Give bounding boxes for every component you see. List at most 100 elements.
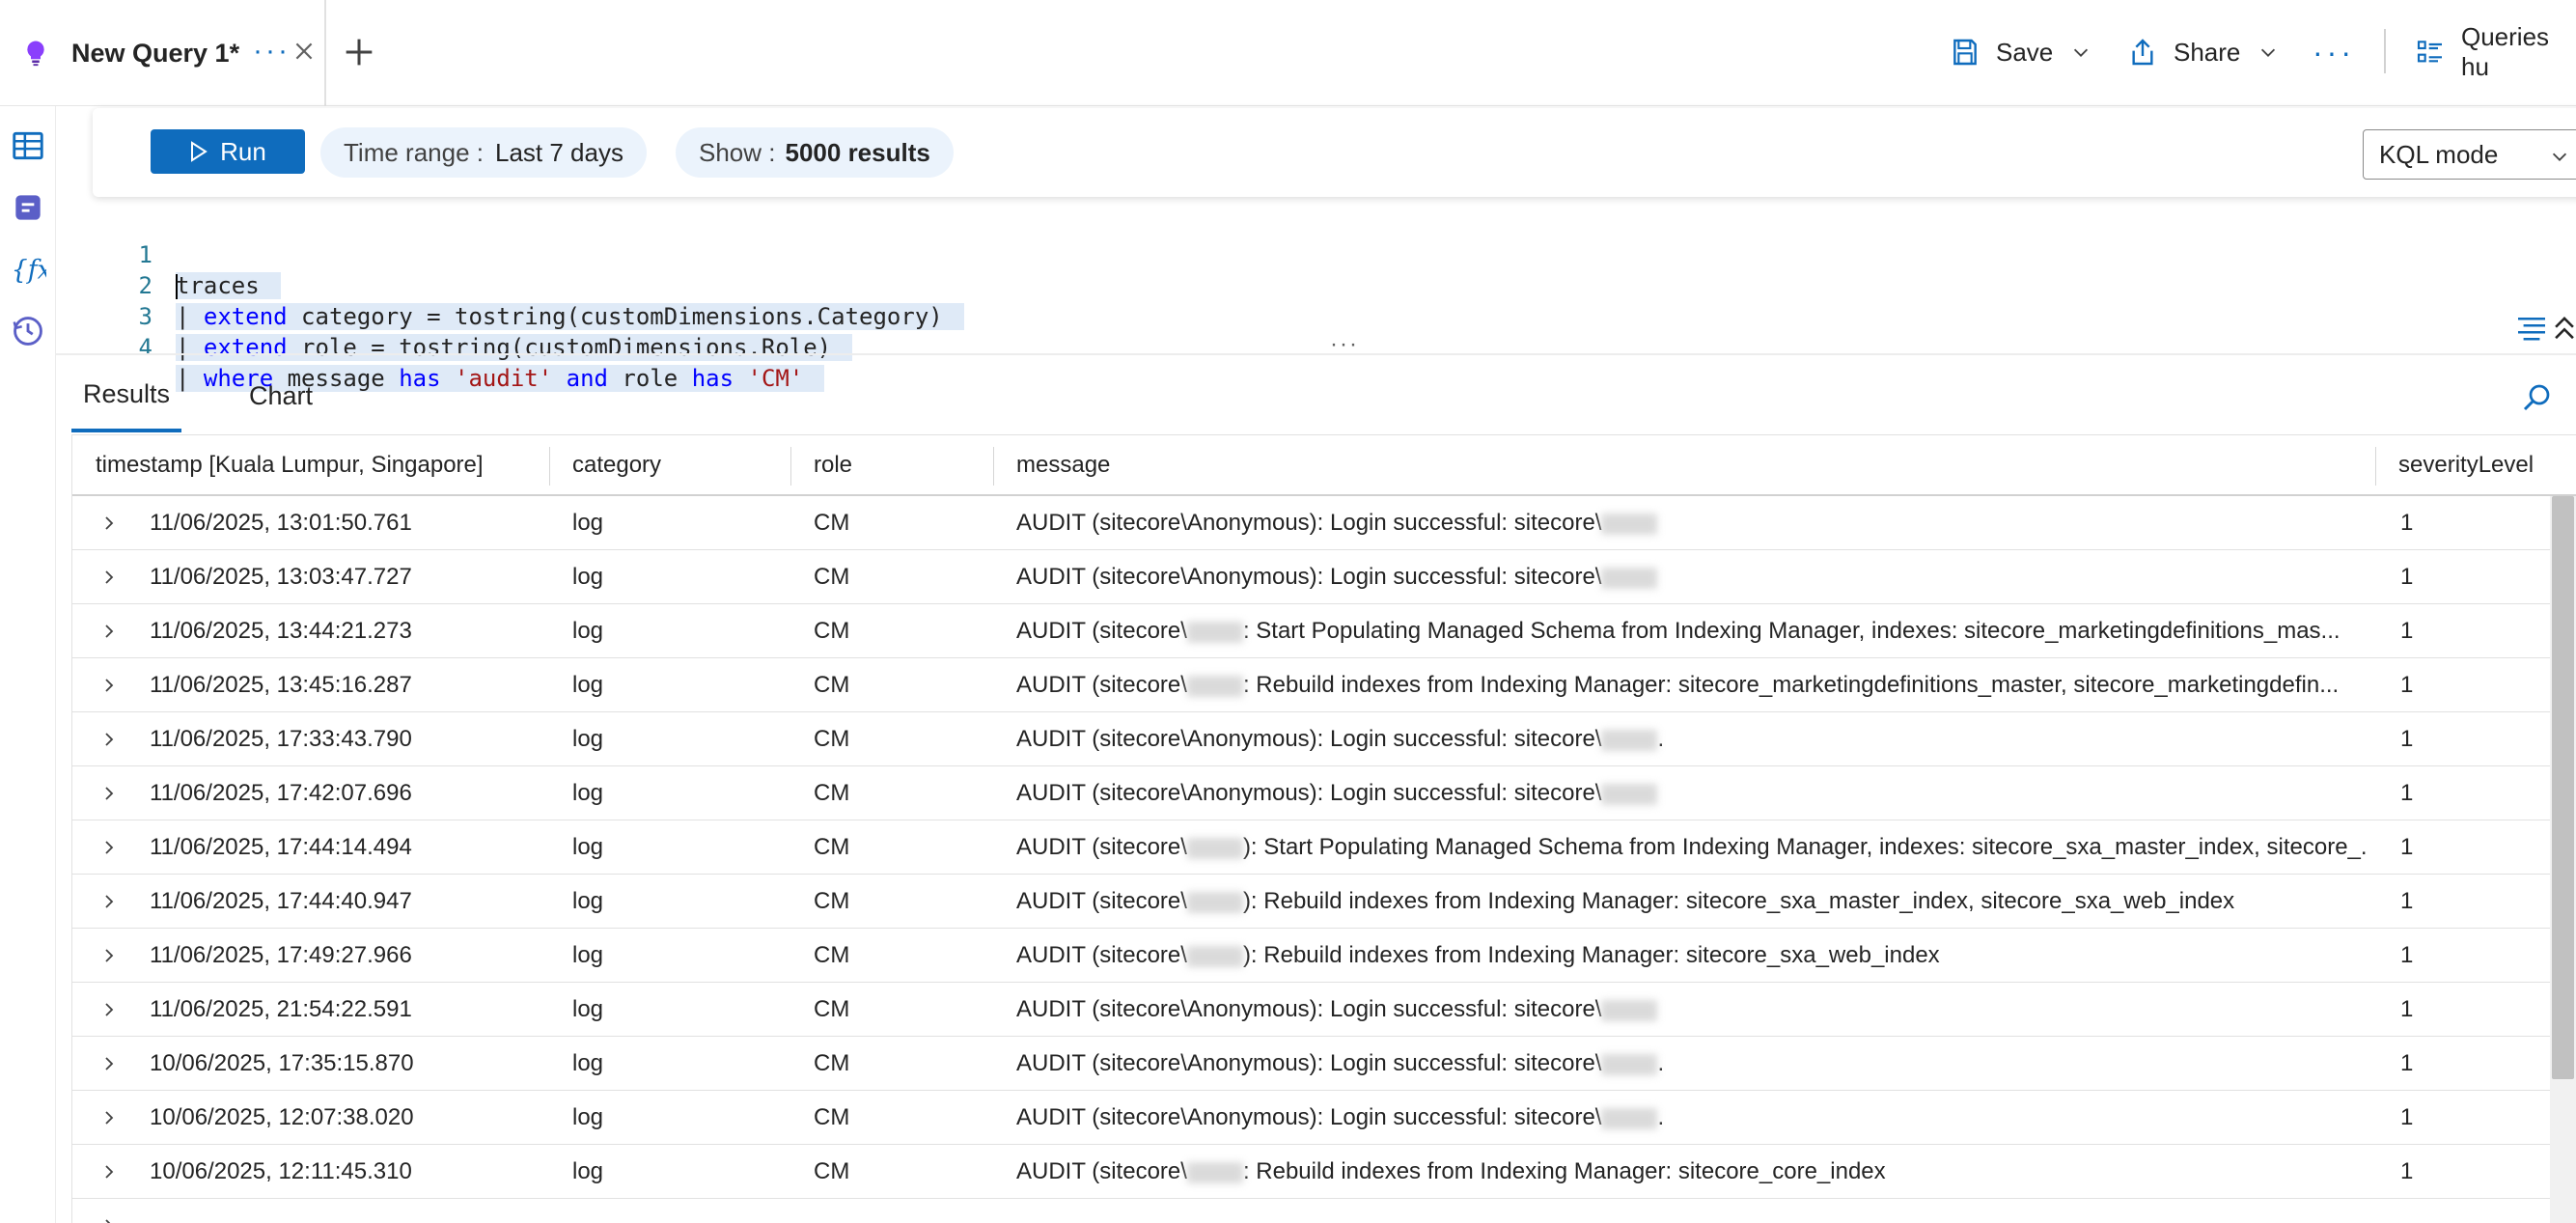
- cell-timestamp: 11/06/2025, 17:33:43.790: [150, 726, 412, 752]
- history-icon[interactable]: [10, 313, 46, 349]
- scrollbar-thumb[interactable]: [2552, 496, 2574, 1079]
- query-editor[interactable]: 1 traces 2 | extend category = tostring(…: [56, 197, 2576, 392]
- editor-line: 4 | where message has 'audit' and role h…: [56, 301, 825, 392]
- table-row[interactable]: [72, 1199, 2576, 1223]
- cell-timestamp: 10/06/2025, 17:35:15.870: [150, 1050, 414, 1076]
- column-header-message[interactable]: message: [1016, 435, 1110, 495]
- cell-role: CM: [814, 1104, 850, 1130]
- chevron-right-icon[interactable]: [101, 624, 117, 639]
- query-tab[interactable]: New Query 1* ···: [0, 0, 326, 106]
- table-row[interactable]: 11/06/2025, 13:01:50.761 log CM AUDIT (site…: [72, 496, 2576, 550]
- functions-icon[interactable]: {fx}: [10, 251, 46, 288]
- tab-chart[interactable]: Chart: [249, 359, 313, 432]
- cell-message: AUDIT (sitecore\Anonymous): Login succes…: [1016, 712, 2368, 765]
- tables-icon[interactable]: [10, 127, 46, 164]
- message-text: AUDIT (sitecore\Anonymous): Login succes…: [1016, 1050, 1602, 1076]
- chevron-right-icon[interactable]: [101, 1002, 117, 1017]
- table-row[interactable]: 11/06/2025, 21:54:22.591 log CM AUDIT (site…: [72, 983, 2576, 1037]
- left-rail: {fx}: [0, 106, 56, 1223]
- table-row[interactable]: 11/06/2025, 17:42:07.696 log CM AUDIT (site…: [72, 766, 2576, 820]
- plus-icon[interactable]: [340, 33, 378, 71]
- result-limit-picker[interactable]: Show : 5000 results: [676, 127, 954, 178]
- code-token: category = tostring(customDimensions.Cat…: [287, 303, 943, 330]
- search-icon[interactable]: [2519, 380, 2554, 415]
- chevron-right-icon[interactable]: [101, 786, 117, 801]
- message-text: ): Rebuild indexes from Indexing Manager…: [1242, 888, 2235, 914]
- message-text: AUDIT (sitecore\: [1016, 672, 1187, 698]
- table-row[interactable]: 11/06/2025, 13:03:47.727 log CM AUDIT (site…: [72, 550, 2576, 604]
- line-number: 2: [138, 272, 152, 299]
- mode-select[interactable]: KQL mode: [2363, 129, 2576, 180]
- message-text: AUDIT (sitecore\Anonymous): Login succes…: [1016, 1104, 1602, 1130]
- column-header-severity[interactable]: severityLevel: [2398, 435, 2534, 495]
- chevron-right-icon[interactable]: [101, 1164, 117, 1180]
- run-button[interactable]: Run: [151, 129, 305, 174]
- chevron-right-icon[interactable]: [101, 948, 117, 963]
- cell-message: AUDIT (sitecore\Anonymous): Login succes…: [1016, 550, 2368, 603]
- cell-category: log: [572, 726, 604, 752]
- close-icon[interactable]: [291, 39, 317, 64]
- tab-title: New Query 1*: [71, 38, 240, 68]
- code-token: role = tostring(customDimensions.Role): [287, 334, 832, 361]
- cell-severity: 1: [2400, 888, 2414, 914]
- table-row[interactable]: 10/06/2025, 17:35:15.870 log CM AUDIT (site…: [72, 1037, 2576, 1091]
- chevron-right-icon[interactable]: [101, 732, 117, 747]
- column-divider[interactable]: [790, 447, 791, 486]
- more-commands-button[interactable]: ···: [2313, 31, 2355, 73]
- table-row[interactable]: 11/06/2025, 17:44:40.947 log CM AUDIT (site…: [72, 875, 2576, 929]
- column-divider[interactable]: [993, 447, 994, 486]
- editor-divider: [56, 353, 2576, 355]
- cell-message: AUDIT (sitecore\: Start Populating Manag…: [1016, 604, 2368, 657]
- table-row[interactable]: 11/06/2025, 13:44:21.273 log CM AUDIT (site…: [72, 604, 2576, 658]
- redacted-username: [1186, 945, 1243, 967]
- chevron-right-icon[interactable]: [101, 678, 117, 693]
- column-header-category[interactable]: category: [572, 435, 661, 495]
- chevron-right-icon[interactable]: [101, 515, 117, 531]
- chevron-right-icon[interactable]: [101, 570, 117, 585]
- chevron-right-icon[interactable]: [101, 1218, 117, 1223]
- format-query-icon[interactable]: [2515, 315, 2548, 342]
- table-row[interactable]: 11/06/2025, 17:49:27.966 log CM AUDIT (site…: [72, 929, 2576, 983]
- table-row[interactable]: 10/06/2025, 12:11:45.310 log CM AUDIT (site…: [72, 1145, 2576, 1199]
- column-divider[interactable]: [549, 447, 550, 486]
- share-button[interactable]: Share: [2127, 31, 2279, 73]
- redacted-username: [1601, 1053, 1658, 1075]
- cell-timestamp: 11/06/2025, 13:03:47.727: [150, 564, 412, 590]
- collapse-editor-icon[interactable]: [2552, 315, 2576, 342]
- chevron-down-icon: [2074, 48, 2089, 57]
- column-divider[interactable]: [2375, 447, 2376, 486]
- save-button[interactable]: Save: [1950, 31, 2091, 73]
- chevron-right-icon[interactable]: [101, 1056, 117, 1071]
- cell-category: log: [572, 510, 604, 536]
- table-row[interactable]: 11/06/2025, 17:33:43.790 log CM AUDIT (site…: [72, 712, 2576, 766]
- chevron-right-icon[interactable]: [101, 1110, 117, 1126]
- cell-message: AUDIT (sitecore\): Rebuild indexes from …: [1016, 929, 2368, 982]
- cell-severity: 1: [2400, 726, 2414, 752]
- cell-role: CM: [814, 726, 850, 752]
- table-row[interactable]: 11/06/2025, 13:45:16.287 log CM AUDIT (site…: [72, 658, 2576, 712]
- cell-role: CM: [814, 618, 850, 644]
- column-header-timestamp[interactable]: timestamp [Kuala Lumpur, Singapore]: [96, 435, 484, 495]
- tab-results[interactable]: Results: [71, 359, 182, 432]
- column-header-role[interactable]: role: [814, 435, 852, 495]
- cell-message: AUDIT (sitecore\Anonymous): Login succes…: [1016, 983, 2368, 1036]
- queries-hub-button[interactable]: Queries hu: [2415, 22, 2576, 81]
- table-row[interactable]: 10/06/2025, 12:07:38.020 log CM AUDIT (site…: [72, 1091, 2576, 1145]
- chevron-right-icon[interactable]: [101, 840, 117, 855]
- editor-line: 1 traces: [56, 208, 281, 299]
- tab-more-icon[interactable]: ···: [253, 37, 291, 66]
- share-icon: [2132, 39, 2153, 66]
- table-row[interactable]: 11/06/2025, 17:44:14.494 log CM AUDIT (site…: [72, 820, 2576, 875]
- queries-icon[interactable]: [10, 189, 46, 226]
- cell-severity: 1: [2400, 618, 2414, 644]
- message-text: AUDIT (sitecore\: [1016, 834, 1187, 860]
- cell-timestamp: 11/06/2025, 17:42:07.696: [150, 780, 412, 806]
- cell-role: CM: [814, 1050, 850, 1076]
- redacted-username: [1186, 837, 1243, 859]
- resize-grip-icon[interactable]: ···: [1330, 333, 1359, 356]
- cell-category: log: [572, 996, 604, 1022]
- cell-severity: 1: [2400, 942, 2414, 968]
- chevron-right-icon[interactable]: [101, 894, 117, 909]
- time-range-picker[interactable]: Time range : Last 7 days: [320, 127, 647, 178]
